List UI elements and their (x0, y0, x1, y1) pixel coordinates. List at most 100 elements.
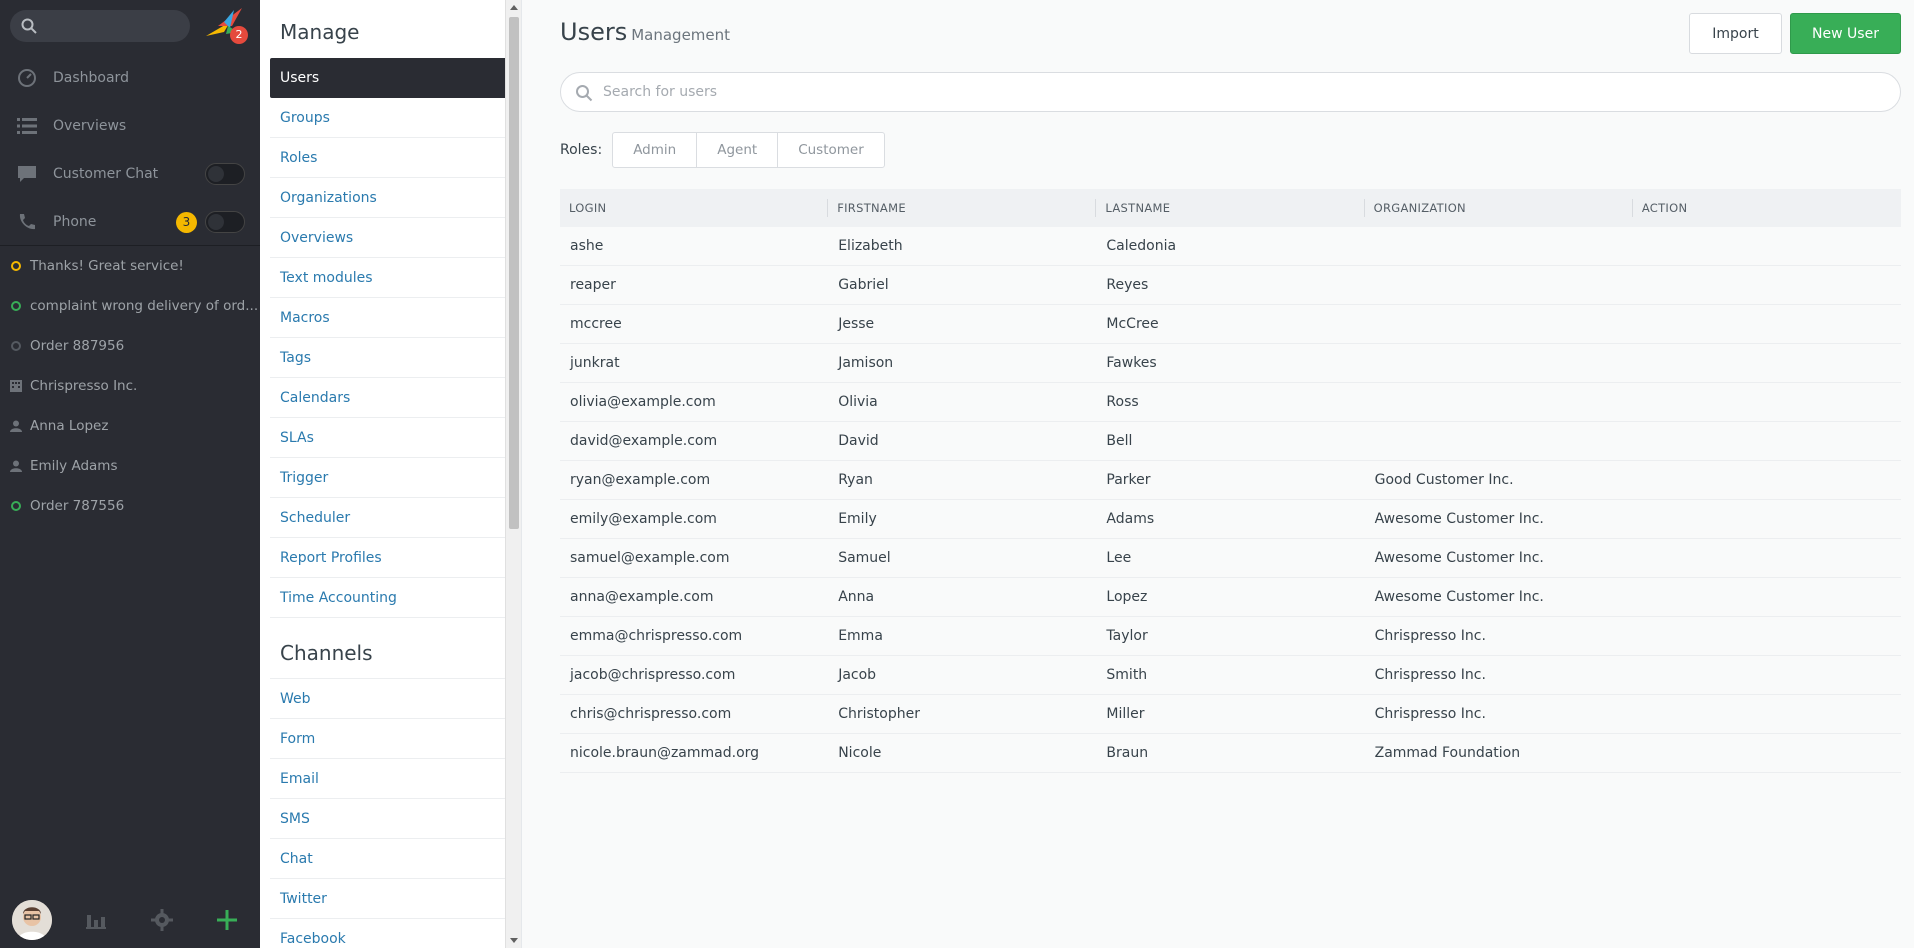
table-row[interactable]: anna@example.com Anna Lopez Awesome Custome… (560, 578, 1901, 617)
table-row[interactable]: emily@example.com Emily Adams Awesome Custo… (560, 500, 1901, 539)
task-item[interactable]: complaint wrong delivery of ord... (0, 286, 260, 326)
task-label: Thanks! Great service! (30, 258, 184, 274)
menu-item[interactable]: Roles (270, 138, 511, 178)
task-label: Order 887956 (30, 338, 125, 354)
task-label: Emily Adams (30, 458, 118, 474)
table-row[interactable]: jacob@chrispresso.com Jacob Smith Chrispres… (560, 656, 1901, 695)
scroll-up-arrow-icon[interactable] (510, 5, 518, 10)
menu-item[interactable]: Users (270, 58, 511, 98)
cell-login: emily@example.com (570, 511, 717, 527)
column-header-organization[interactable]: ORGANIZATION (1365, 199, 1633, 217)
zammad-logo[interactable]: 2 (204, 6, 248, 46)
cell-login: jacob@chrispresso.com (570, 667, 736, 683)
cell-organization: Chrispresso Inc. (1374, 628, 1486, 644)
table-row[interactable]: ryan@example.com Ryan Parker Good Customer … (560, 461, 1901, 500)
menu-item[interactable]: Text modules (270, 258, 511, 298)
cell-login: nicole.braun@zammad.org (570, 745, 760, 761)
channels-heading: Channels (280, 641, 373, 665)
scrollbar-thumb[interactable] (509, 17, 519, 529)
cell-login: anna@example.com (570, 589, 714, 605)
menu-item[interactable]: Overviews (270, 218, 511, 258)
task-label: complaint wrong delivery of ord... (30, 298, 259, 314)
table-row[interactable]: reaper Gabriel Reyes (560, 266, 1901, 305)
table-row[interactable]: david@example.com David Bell (560, 422, 1901, 461)
task-item[interactable]: Emily Adams (0, 446, 260, 486)
menu-item[interactable]: Scheduler (270, 498, 511, 538)
nav-item-phone[interactable]: Phone 3 (0, 198, 260, 246)
notification-badge: 2 (230, 26, 248, 44)
table-row[interactable]: chris@chrispresso.com Christopher Miller Ch… (560, 695, 1901, 734)
user-search (560, 72, 1901, 112)
task-item[interactable]: Order 787556 (0, 486, 260, 526)
cell-organization: Chrispresso Inc. (1374, 667, 1486, 683)
roles-filter: Roles: Admin Agent Customer (560, 132, 885, 168)
menu-item[interactable]: Chat (270, 839, 511, 879)
avatar[interactable] (12, 900, 52, 940)
cell-organization: Zammad Foundation (1374, 745, 1521, 761)
cell-firstname: Samuel (838, 550, 891, 566)
task-list: Thanks! Great service! complaint wrong d… (0, 245, 260, 526)
users-table: LOGIN FIRSTNAME LASTNAME ORGANIZATION AC… (560, 189, 1901, 773)
scroll-down-arrow-icon[interactable] (510, 938, 518, 943)
cell-organization: Awesome Customer Inc. (1374, 550, 1544, 566)
table-body: ashe Elizabeth Caledonia reaper Gabriel Reyes… (560, 227, 1901, 773)
task-item[interactable]: Anna Lopez (0, 406, 260, 446)
import-button[interactable]: Import (1689, 13, 1782, 54)
menu-item[interactable]: Groups (270, 98, 511, 138)
cell-login: david@example.com (570, 433, 718, 449)
role-filter-agent[interactable]: Agent (697, 133, 779, 167)
table-row[interactable]: olivia@example.com Olivia Ross (560, 383, 1901, 422)
menu-item[interactable]: Organizations (270, 178, 511, 218)
menu-item[interactable]: Report Profiles (270, 538, 511, 578)
chat-icon (15, 162, 39, 186)
table-row[interactable]: nicole.braun@zammad.org Nicole Braun Zammad… (560, 734, 1901, 773)
menu-item[interactable]: Twitter (270, 879, 511, 919)
menu-item[interactable]: Email (270, 759, 511, 799)
new-item-button[interactable] (195, 892, 260, 948)
cell-lastname: Miller (1106, 706, 1145, 722)
nav-item-customer-chat[interactable]: Customer Chat (0, 150, 260, 198)
admin-settings-button[interactable] (129, 892, 194, 948)
role-filter-admin[interactable]: Admin (613, 133, 698, 167)
nav-item-dashboard[interactable]: Dashboard (0, 54, 260, 102)
table-row[interactable]: emma@chrispresso.com Emma Taylor Chrispress… (560, 617, 1901, 656)
bar-chart-icon (86, 915, 107, 929)
new-user-button[interactable]: New User (1790, 13, 1901, 54)
task-item[interactable]: Chrispresso Inc. (0, 366, 260, 406)
customer-chat-toggle[interactable] (205, 163, 245, 185)
table-row[interactable]: ashe Elizabeth Caledonia (560, 227, 1901, 266)
nav-item-overviews[interactable]: Overviews (0, 102, 260, 150)
menu-item[interactable]: SLAs (270, 418, 511, 458)
global-search-input[interactable] (10, 10, 190, 42)
menu-item[interactable]: SMS (270, 799, 511, 839)
column-header-login[interactable]: LOGIN (560, 199, 829, 217)
task-item[interactable]: Thanks! Great service! (0, 246, 260, 286)
user-icon (10, 420, 22, 432)
cell-lastname: Braun (1106, 745, 1149, 761)
menu-item[interactable]: Web (270, 679, 511, 719)
menu-item[interactable]: Facebook (270, 919, 511, 948)
role-filter-customer[interactable]: Customer (778, 133, 884, 167)
user-search-input[interactable] (603, 73, 1883, 111)
table-row[interactable]: mccree Jesse McCree (560, 305, 1901, 344)
menu-item[interactable]: Form (270, 719, 511, 759)
reports-button[interactable] (64, 892, 129, 948)
menu-item[interactable]: Time Accounting (270, 578, 511, 618)
menu-scrollbar[interactable] (505, 0, 521, 948)
column-header-lastname[interactable]: LASTNAME (1096, 199, 1365, 217)
menu-item[interactable]: Macros (270, 298, 511, 338)
menu-item[interactable]: Calendars (270, 378, 511, 418)
phone-toggle[interactable] (205, 211, 245, 233)
task-item[interactable]: Order 887956 (0, 326, 260, 366)
menu-item[interactable]: Tags (270, 338, 511, 378)
nav-item-label: Overviews (53, 118, 127, 134)
phone-icon (15, 210, 39, 234)
cell-lastname: McCree (1106, 316, 1159, 332)
cell-lastname: Lee (1106, 550, 1132, 566)
column-header-firstname[interactable]: FIRSTNAME (828, 199, 1097, 217)
cell-firstname: Nicole (838, 745, 882, 761)
table-row[interactable]: junkrat Jamison Fawkes (560, 344, 1901, 383)
table-row[interactable]: samuel@example.com Samuel Lee Awesome Custo… (560, 539, 1901, 578)
cell-firstname: Jacob (838, 667, 877, 683)
menu-item[interactable]: Trigger (270, 458, 511, 498)
